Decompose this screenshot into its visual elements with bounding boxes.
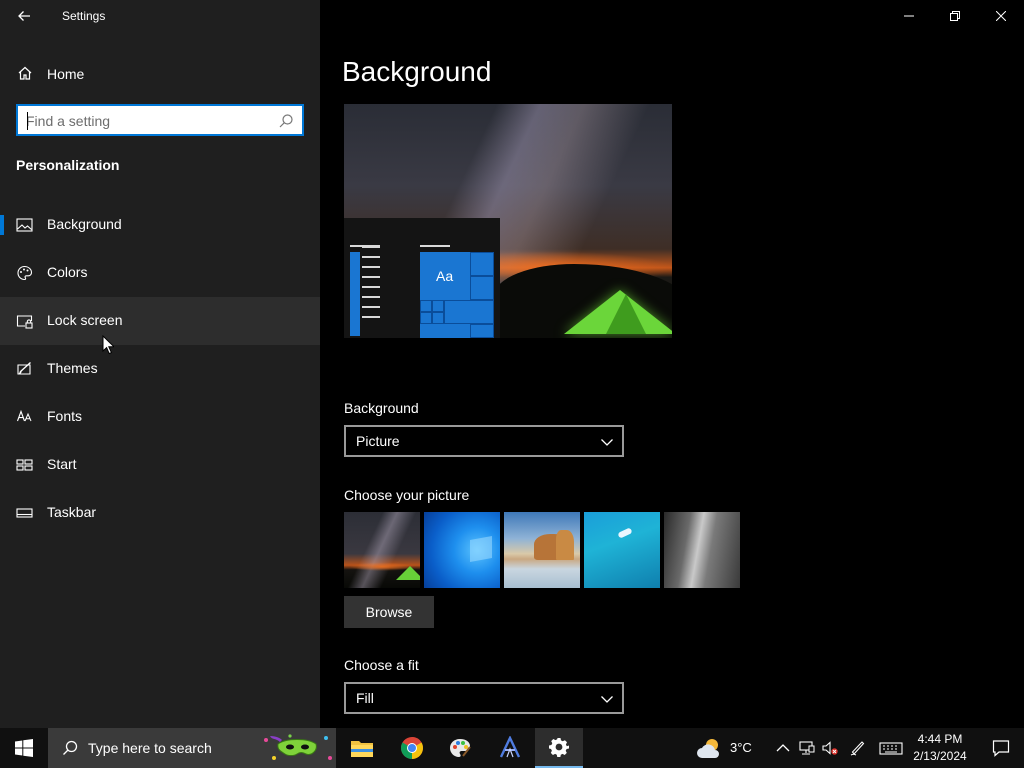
preview-tent-shadow [606,294,646,334]
sidebar-item-label: Start [47,456,77,472]
clock-date: 2/13/2024 [913,749,967,763]
font-icon [16,409,32,422]
sidebar-item-label: Taskbar [47,504,97,520]
search-icon[interactable] [278,113,294,129]
picture-thumbnail-ocean[interactable] [584,512,660,588]
chrome-icon [401,737,423,759]
app-title: Settings [62,9,106,23]
sidebar-item-lock-screen[interactable]: Lock screen [0,297,320,345]
sidebar-item-start[interactable]: Start [0,441,320,489]
start-button[interactable] [0,728,48,768]
preview-start-menu: Aa [344,218,500,338]
lock-screen-icon [16,315,33,329]
sidebar-item-themes[interactable]: Themes [0,345,320,393]
sidebar-item-colors[interactable]: Colors [0,249,320,297]
content-pane: Background Aa Background Picture Choose … [320,0,1024,728]
back-button[interactable] [8,2,40,30]
restore-icon [950,11,960,21]
picture-thumbnail-milky-way[interactable] [344,512,420,588]
brush-icon [17,361,31,375]
windows-logo-icon [15,739,33,757]
restore-button[interactable] [932,0,978,32]
background-type-dropdown[interactable]: Picture [344,425,624,457]
volume-muted-icon[interactable] [822,740,838,756]
taskbar: Type here to search 3°C 4:44 PM 2/13/202… [0,728,1024,768]
minimize-button[interactable] [886,0,932,32]
network-icon[interactable] [799,740,815,756]
navigation-pane: Settings Home Personalization Background… [0,0,320,728]
preview-tiles [420,252,494,338]
start-icon [16,459,33,471]
back-arrow-icon [18,11,30,21]
title-bar: Settings [0,0,320,32]
close-icon [996,11,1006,21]
sidebar-item-label: Fonts [47,408,83,424]
minimize-icon [904,15,914,17]
taskbar-search-box[interactable]: Type here to search [48,728,336,768]
mouse-pointer-icon [102,335,114,355]
preview-line [420,245,450,247]
home-icon [18,66,32,80]
preview-app-list [350,252,360,336]
sidebar-item-label: Colors [47,264,88,280]
preview-sample-text: Aa [436,268,454,284]
clock-time: 4:44 PM [917,732,963,746]
gear-icon [549,738,569,757]
picture-thumbnail-beach[interactable] [504,512,580,588]
chevron-down-icon [601,439,613,446]
section-title: Personalization [16,157,120,173]
page-title: Background [342,56,492,87]
picture-thumbnail-cliff[interactable] [664,512,740,588]
search-icon [63,740,78,755]
pen-workspace-icon[interactable] [850,740,866,756]
sidebar-item-label: Lock screen [47,312,123,328]
picture-thumbnail-windows[interactable] [424,512,500,588]
taskbar-settings[interactable] [535,728,583,768]
browse-button[interactable]: Browse [344,596,434,628]
taskbar-search-placeholder: Type here to search [88,740,212,756]
desktop-preview: Aa [344,104,672,338]
notification-icon [992,740,1010,757]
taskbar-file-explorer[interactable] [338,728,386,768]
action-center-button[interactable] [978,728,1024,768]
sidebar-item-taskbar[interactable]: Taskbar [0,489,320,537]
weather-temperature: 3°C [730,740,752,755]
taskbar-paint[interactable] [436,728,484,768]
sidebar-item-label: Themes [47,360,98,376]
sidebar-item-label: Background [47,216,122,232]
partly-cloudy-icon [697,739,719,758]
close-button[interactable] [978,0,1024,32]
selection-indicator [0,215,4,235]
sidebar-item-fonts[interactable]: Fonts [0,393,320,441]
palette-icon [17,265,33,281]
taskbar-icon [16,508,33,518]
taskbar-app-a[interactable] [486,728,534,768]
search-highlight-mask-icon [264,734,332,760]
settings-search-input[interactable] [26,111,276,131]
folder-icon [351,741,373,757]
weather-widget[interactable]: 3°C [694,728,758,768]
preview-list-lines [362,246,380,326]
chevron-down-icon [601,696,613,703]
taskbar-clock[interactable]: 4:44 PM 2/13/2024 [908,731,972,765]
dropdown-value: Picture [356,433,400,449]
paint-palette-icon [450,739,471,757]
choose-picture-label: Choose your picture [344,487,470,503]
settings-search-box[interactable] [16,104,304,136]
sidebar-item-background[interactable]: Background [0,201,320,249]
home-nav-item[interactable]: Home [0,56,320,90]
background-type-label: Background [344,400,419,416]
picture-icon [16,218,33,232]
text-caret [27,112,28,130]
dropdown-value: Fill [356,690,374,706]
home-label: Home [47,66,85,82]
taskbar-chrome[interactable] [388,728,436,768]
choose-fit-dropdown[interactable]: Fill [344,682,624,714]
choose-fit-label: Choose a fit [344,657,419,673]
keyboard-icon[interactable] [879,740,903,756]
stylized-a-icon [499,736,521,758]
chevron-up-icon[interactable] [775,740,791,756]
